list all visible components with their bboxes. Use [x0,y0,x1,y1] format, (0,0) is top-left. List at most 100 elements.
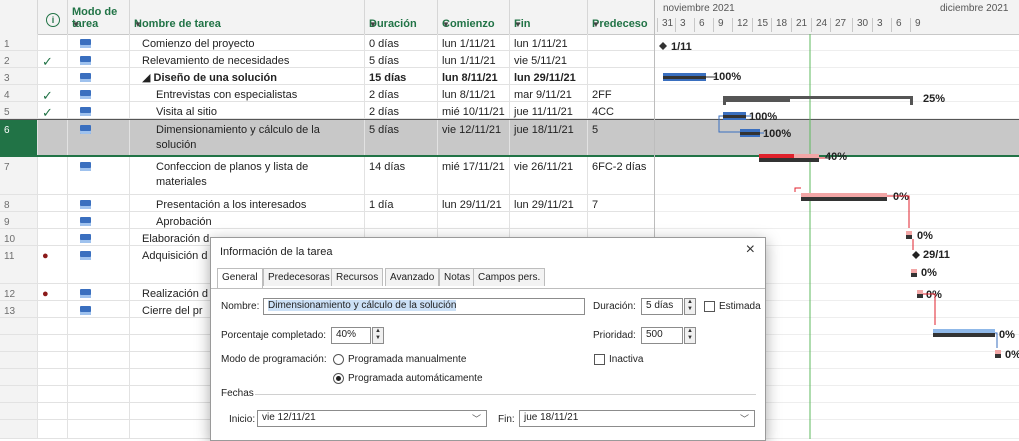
task-name-cell[interactable]: Confeccion de planos y lista de material… [130,157,365,194]
mode-cell[interactable] [68,51,130,67]
auto-schedule-radio[interactable] [333,373,344,384]
row-number[interactable]: 3 [0,68,38,84]
dropdown-arrow-icon[interactable]: ▼ [369,20,433,29]
row-number[interactable]: 13 [0,301,38,317]
task-name-cell[interactable]: Aprobación [130,212,365,228]
finish-cell[interactable]: vie 26/11/21 [510,157,588,194]
duration-cell[interactable]: 5 días [365,51,438,67]
mode-cell[interactable] [68,212,130,228]
duration-cell[interactable]: 1 día [365,195,438,211]
row-number[interactable] [0,318,38,334]
row-number[interactable] [0,369,38,385]
table-row[interactable]: 8 Presentación a los interesados 1 día lun … [0,195,654,212]
task-name-cell[interactable]: Dimensionamiento y cálculo de la solució… [130,120,365,155]
mode-cell[interactable] [68,284,130,300]
predecessors-cell[interactable]: 6FC-2 días [588,157,654,194]
row-number[interactable]: 9 [0,212,38,228]
row-number[interactable]: 10 [0,229,38,245]
finish-cell[interactable]: lun 29/11/21 [510,68,588,84]
row-number[interactable] [0,335,38,351]
mode-cell[interactable] [68,157,130,194]
duration-cell[interactable]: 2 días [365,102,438,118]
finish-cell[interactable]: lun 1/11/21 [510,34,588,50]
mode-cell[interactable] [68,403,130,419]
task-name-cell[interactable]: ◢ Diseño de una solución [130,68,365,84]
start-cell[interactable]: vie 12/11/21 [438,120,510,155]
row-number[interactable]: 12 [0,284,38,300]
dropdown-arrow-icon[interactable]: ▼ [134,20,360,29]
row-number[interactable]: 8 [0,195,38,211]
finish-cell[interactable]: jue 18/11/21 [510,120,588,155]
finish-cell[interactable]: mar 9/11/21 [510,85,588,101]
predecessors-cell[interactable] [588,212,654,228]
row-number[interactable]: 11 [0,246,38,283]
start-date-picker[interactable]: vie 12/11/21 ﹀ [257,410,487,427]
predecessors-cell[interactable]: 2FF [588,85,654,101]
dropdown-arrow-icon[interactable]: ▼ [592,20,650,29]
mode-cell[interactable] [68,352,130,368]
finish-cell[interactable] [510,212,588,228]
start-cell[interactable]: lun 1/11/21 [438,51,510,67]
task-name-cell[interactable]: Visita al sitio [130,102,365,118]
mode-cell[interactable] [68,246,130,283]
name-field[interactable]: Dimensionamiento y cálculo de la solució… [263,298,585,315]
finish-cell[interactable]: lun 29/11/21 [510,195,588,211]
tab-general[interactable]: General [217,268,263,288]
row-number[interactable] [0,386,38,402]
start-cell[interactable]: lun 29/11/21 [438,195,510,211]
duration-field[interactable]: 5 días [641,298,683,315]
mode-cell[interactable] [68,229,130,245]
predecessors-cell[interactable] [588,34,654,50]
finish-column-header[interactable]: Fin ▼ [510,0,588,34]
mode-cell[interactable] [68,301,130,317]
table-row[interactable]: 5 ✓ Visita al sitio 2 días mié 10/11/21 jue 1… [0,102,654,119]
predecessors-cell[interactable]: 5 [588,120,654,155]
task-name-cell[interactable]: Comienzo del proyecto [130,34,365,50]
inactive-checkbox[interactable] [594,354,605,365]
finish-cell[interactable]: vie 5/11/21 [510,51,588,67]
start-column-header[interactable]: Comienzo ▼ [438,0,510,34]
row-number[interactable]: 5 [0,102,38,118]
mode-cell[interactable] [68,120,130,155]
table-row[interactable]: 3 ◢ Diseño de una solución 15 días lun 8/11… [0,68,654,85]
predecessors-column-header[interactable]: Predeceso ▼ [588,0,654,34]
start-cell[interactable]: mié 17/11/21 [438,157,510,194]
tab-notes[interactable]: Notas [439,268,476,286]
row-number[interactable] [0,352,38,368]
chevron-down-icon[interactable]: ﹀ [472,412,481,425]
start-cell[interactable]: lun 1/11/21 [438,34,510,50]
name-column-header[interactable]: Nombre de tarea ▼ [130,0,365,34]
table-row[interactable]: 2 ✓ Relevamiento de necesidades 5 días lun 1… [0,51,654,68]
percent-stepper[interactable]: ▲ ▼ [372,327,384,344]
row-number[interactable]: 2 [0,51,38,67]
chevron-down-icon[interactable]: ﹀ [740,412,749,425]
mode-column-header[interactable]: Modo de tarea ▼ [68,0,130,34]
row-number[interactable]: 6 [0,120,38,155]
table-row[interactable]: 4 ✓ Entrevistas con especialistas 2 días lun… [0,85,654,102]
priority-stepper[interactable]: ▲ ▼ [684,327,696,344]
table-row[interactable]: 1 Comienzo del proyecto 0 días lun 1/11/21 l… [0,34,654,51]
dropdown-arrow-icon[interactable]: ▼ [442,20,505,29]
start-cell[interactable]: lun 8/11/21 [438,85,510,101]
predecessors-cell[interactable] [588,51,654,67]
mode-cell[interactable] [68,68,130,84]
finish-date-picker[interactable]: jue 18/11/21 ﹀ [519,410,755,427]
task-name-cell[interactable]: Presentación a los interesados [130,195,365,211]
duration-cell[interactable]: 5 días [365,120,438,155]
predecessors-cell[interactable] [588,68,654,84]
dropdown-arrow-icon[interactable]: ▼ [72,20,125,29]
priority-field[interactable]: 500 [641,327,683,344]
close-icon[interactable]: × [746,241,755,259]
percent-field[interactable]: 40% [331,327,371,344]
start-cell[interactable]: lun 8/11/21 [438,68,510,84]
mode-cell[interactable] [68,102,130,118]
indicators-column-header[interactable]: i [38,0,68,34]
duration-cell[interactable]: 2 días [365,85,438,101]
tab-advanced[interactable]: Avanzado [385,268,440,286]
mode-cell[interactable] [68,420,130,438]
predecessors-cell[interactable]: 7 [588,195,654,211]
mode-cell[interactable] [68,318,130,334]
duration-cell[interactable] [365,212,438,228]
table-row[interactable]: 7 Confeccion de planos y lista de materia… [0,157,654,195]
task-name-cell[interactable]: Entrevistas con especialistas [130,85,365,101]
